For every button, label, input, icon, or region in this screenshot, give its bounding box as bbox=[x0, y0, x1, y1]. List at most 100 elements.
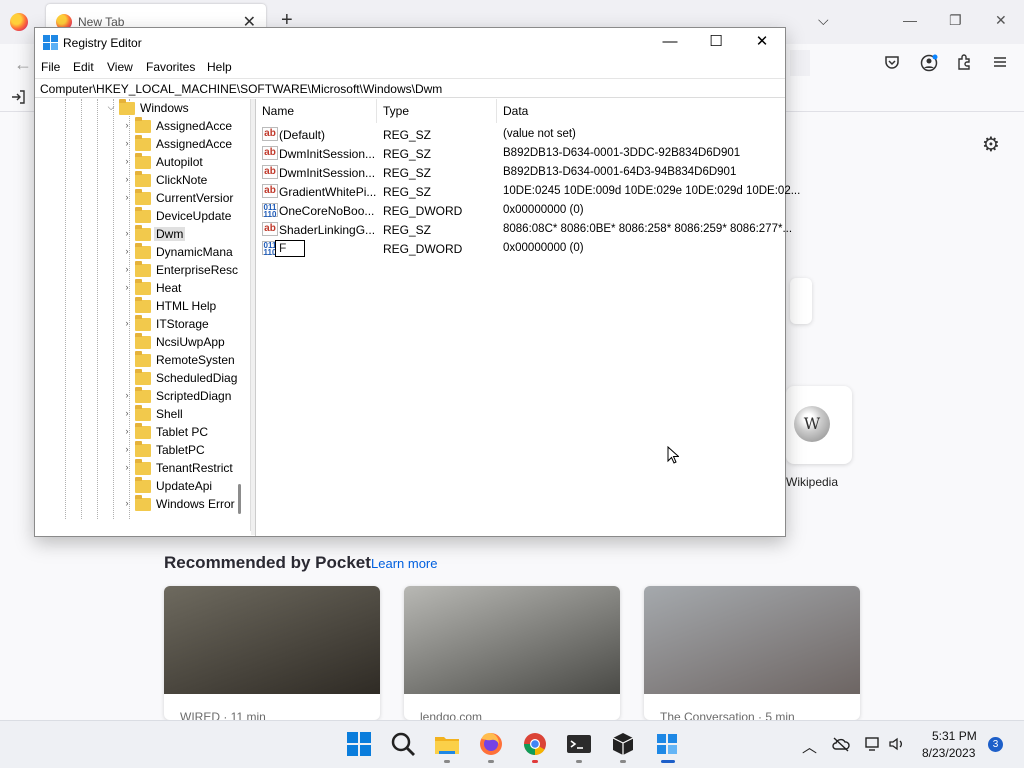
package-icon[interactable] bbox=[610, 731, 636, 757]
browser-minimize-button[interactable]: — bbox=[903, 12, 917, 28]
menu-edit[interactable]: Edit bbox=[73, 60, 94, 74]
menu-icon[interactable] bbox=[992, 54, 1008, 70]
tree-item[interactable]: › Autopilot bbox=[36, 153, 250, 172]
list-all-tabs-button[interactable]: ⌵ bbox=[818, 12, 829, 29]
shortcut-label[interactable]: Wikipedia bbox=[786, 475, 838, 489]
tray-chevron-up-icon[interactable]: ︿ bbox=[802, 736, 817, 757]
tree-item[interactable]: › AssignedAcce bbox=[36, 135, 250, 154]
shortcut-tile[interactable] bbox=[790, 278, 812, 324]
chevron-right-icon[interactable]: › bbox=[122, 174, 132, 184]
network-icon[interactable] bbox=[864, 736, 882, 752]
tree-item[interactable]: › Shell bbox=[36, 405, 250, 424]
tree-item[interactable]: › TenantRestrict bbox=[36, 459, 250, 478]
search-icon[interactable] bbox=[390, 731, 416, 757]
chevron-right-icon[interactable]: › bbox=[122, 408, 132, 418]
menu-view[interactable]: View bbox=[107, 60, 133, 74]
file-explorer-icon[interactable] bbox=[434, 731, 460, 757]
chevron-right-icon[interactable]: › bbox=[122, 426, 132, 436]
start-icon[interactable] bbox=[346, 731, 372, 757]
tree-item[interactable]: › Heat bbox=[36, 279, 250, 298]
menu-help[interactable]: Help bbox=[207, 60, 232, 74]
tree-item[interactable]: › EnterpriseResc bbox=[36, 261, 250, 280]
pocket-icon[interactable] bbox=[884, 54, 900, 70]
chevron-right-icon[interactable]: › bbox=[122, 462, 132, 472]
tree-item[interactable]: › DynamicMana bbox=[36, 243, 250, 262]
browser-restore-button[interactable]: ❐ bbox=[949, 12, 962, 29]
back-arrow-icon[interactable]: ← bbox=[14, 54, 32, 75]
gear-icon[interactable]: ⚙ bbox=[982, 132, 1000, 157]
pocket-card[interactable]: The Conversation · 5 min bbox=[644, 586, 860, 720]
tree-item[interactable]: › Tablet PC bbox=[36, 423, 250, 442]
chrome-icon[interactable] bbox=[522, 731, 548, 757]
column-header-type[interactable]: Type bbox=[377, 99, 497, 123]
value-row[interactable]: ab DwmInitSession... REG_SZ B892DB13-D634-0… bbox=[256, 163, 786, 182]
tree-item[interactable]: DeviceUpdate​ bbox=[36, 207, 250, 226]
value-row[interactable]: 011 110 F REG_DWORD 0x00000000 (0) bbox=[256, 239, 786, 258]
url-field-edge[interactable] bbox=[790, 50, 810, 76]
chevron-right-icon[interactable]: › bbox=[122, 318, 132, 328]
account-icon[interactable] bbox=[920, 54, 938, 72]
value-row[interactable]: ab DwmInitSession... REG_SZ B892DB13-D634-0… bbox=[256, 144, 786, 163]
key-tree[interactable]: ⌵ Windows › AssignedAcce › AssignedAcce › Aut… bbox=[36, 99, 251, 531]
tree-item[interactable]: › TabletPC bbox=[36, 441, 250, 460]
value-row[interactable]: ab GradientWhitePi... REG_SZ 10DE:0245 10DE… bbox=[256, 182, 800, 201]
clock-date[interactable]: 8/23/2023 bbox=[922, 746, 975, 760]
tree-item[interactable]: › ScriptedDiagn bbox=[36, 387, 250, 406]
volume-icon[interactable] bbox=[888, 736, 906, 752]
pocket-card[interactable]: WIRED · 11 min bbox=[164, 586, 380, 720]
tree-item[interactable]: › Dwm bbox=[36, 225, 250, 244]
chevron-right-icon[interactable]: › bbox=[122, 246, 132, 256]
tree-item[interactable]: UpdateApi bbox=[36, 477, 250, 496]
column-header-name[interactable]: Name bbox=[256, 99, 377, 123]
chevron-right-icon[interactable]: › bbox=[122, 390, 132, 400]
tree-vertical-scrollbar[interactable] bbox=[238, 484, 241, 514]
chevron-right-icon[interactable]: › bbox=[122, 264, 132, 274]
value-row[interactable]: ab (Default) REG_SZ (value not set) bbox=[256, 125, 786, 144]
title-bar[interactable]: Registry Editor — ☐ ✕ bbox=[35, 28, 785, 58]
tree-item[interactable]: HTML Help bbox=[36, 297, 250, 316]
minimize-button[interactable]: — bbox=[647, 28, 693, 58]
firefox-logo-icon[interactable] bbox=[10, 13, 28, 31]
chevron-down-icon[interactable]: ⌵ bbox=[106, 102, 116, 113]
clock-time[interactable]: 5:31 PM bbox=[932, 729, 977, 743]
values-list[interactable]: Name Type Data ab (Default) REG_SZ (value n… bbox=[255, 99, 800, 536]
firefox-icon[interactable] bbox=[478, 731, 504, 757]
tree-item-windows[interactable]: ⌵ Windows bbox=[36, 99, 250, 118]
tree-item[interactable]: › Windows Error bbox=[36, 495, 250, 514]
menu-favorites[interactable]: Favorites bbox=[146, 60, 195, 74]
chevron-right-icon[interactable]: › bbox=[122, 156, 132, 166]
tree-item[interactable]: › ClickNote bbox=[36, 171, 250, 190]
import-bookmarks-icon[interactable] bbox=[10, 89, 26, 105]
chevron-right-icon[interactable]: › bbox=[122, 138, 132, 148]
chevron-right-icon[interactable]: › bbox=[122, 120, 132, 130]
onedrive-icon[interactable] bbox=[832, 736, 850, 752]
notification-badge[interactable]: 3 bbox=[988, 737, 1003, 752]
maximize-button[interactable]: ☐ bbox=[693, 28, 739, 58]
menu-file[interactable]: File bbox=[41, 60, 60, 74]
rename-value-input[interactable]: F bbox=[275, 240, 305, 257]
tree-item[interactable]: NcsiUwpApp bbox=[36, 333, 250, 352]
regedit-icon[interactable] bbox=[654, 731, 680, 757]
address-bar[interactable]: Computer\HKEY_LOCAL_MACHINE\SOFTWARE\Mic… bbox=[35, 78, 785, 98]
value-row[interactable]: ab ShaderLinkingG... REG_SZ 8086:08C* 8086:… bbox=[256, 220, 792, 239]
chevron-right-icon[interactable]: › bbox=[122, 444, 132, 454]
terminal-icon[interactable] bbox=[566, 731, 592, 757]
pocket-card[interactable]: lendgo.com bbox=[404, 586, 620, 720]
tree-item[interactable]: RemoteSysten bbox=[36, 351, 250, 370]
tree-item[interactable]: › CurrentVersior bbox=[36, 189, 250, 208]
column-header-data[interactable]: Data bbox=[497, 99, 786, 123]
tree-item[interactable]: ScheduledDiag bbox=[36, 369, 250, 388]
tree-item[interactable]: › ITStorage bbox=[36, 315, 250, 334]
chevron-right-icon[interactable]: › bbox=[122, 192, 132, 202]
tree-item[interactable]: › AssignedAcce bbox=[36, 117, 250, 136]
chevron-right-icon[interactable]: › bbox=[122, 498, 132, 508]
pocket-learn-more-link[interactable]: Learn more bbox=[371, 556, 437, 571]
close-button[interactable]: ✕ bbox=[739, 28, 785, 58]
extensions-icon[interactable] bbox=[956, 54, 972, 70]
chevron-right-icon[interactable]: › bbox=[122, 282, 132, 292]
chevron-right-icon[interactable]: › bbox=[122, 228, 132, 238]
browser-close-button[interactable]: ✕ bbox=[995, 12, 1007, 29]
value-row[interactable]: 011 110 OneCoreNoBoo... REG_DWORD 0x00000000… bbox=[256, 201, 786, 220]
address-path[interactable]: Computer\HKEY_LOCAL_MACHINE\SOFTWARE\Mic… bbox=[40, 82, 442, 96]
folder-icon bbox=[135, 351, 151, 367]
